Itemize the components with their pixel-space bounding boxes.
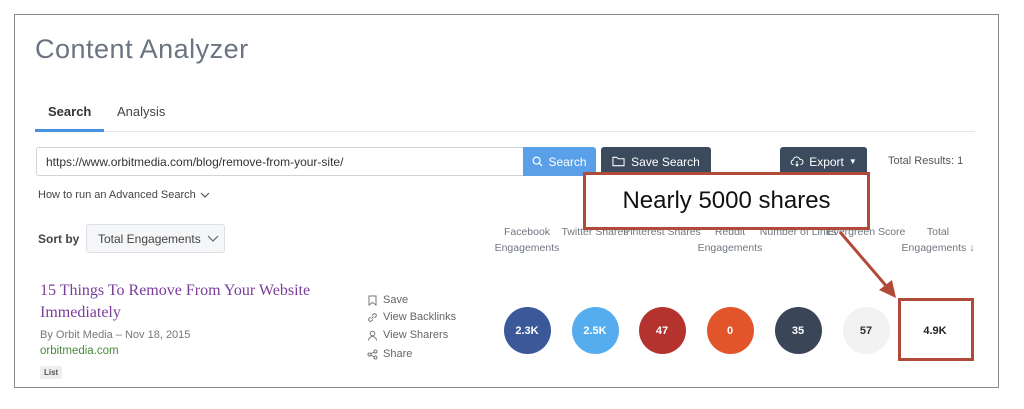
article-domain-link[interactable]: orbitmedia.com: [40, 345, 119, 357]
search-button-label: Search: [548, 154, 587, 169]
share-action[interactable]: Share: [367, 348, 412, 360]
annotation-callout: Nearly 5000 shares: [583, 172, 870, 230]
advanced-search-label: How to run an Advanced Search: [38, 189, 196, 201]
sort-label: Sort by: [38, 232, 80, 246]
caret-down-icon: ▼: [848, 157, 857, 166]
search-input[interactable]: [36, 147, 524, 176]
active-tab-indicator: [35, 129, 104, 132]
search-icon: [532, 156, 543, 167]
metric-twitter-shares: 2.5K: [571, 307, 619, 354]
metric-evergreen-score: 57: [842, 307, 890, 354]
article-title-link[interactable]: 15 Things To Remove From Your Website Im…: [40, 280, 340, 324]
export-label: Export: [809, 154, 844, 169]
cloud-download-icon: [790, 156, 804, 167]
chevron-down-icon: [200, 192, 210, 198]
article-byline: By Orbit Media – Nov 18, 2015: [40, 329, 191, 341]
folder-icon: [612, 156, 625, 167]
view-backlinks-action[interactable]: View Backlinks: [367, 311, 456, 323]
share-icon: [367, 349, 378, 359]
content-type-badge: List: [40, 366, 63, 379]
share-action-label: Share: [383, 348, 413, 360]
annotation-highlight-box: [898, 298, 974, 361]
advanced-search-link[interactable]: How to run an Advanced Search: [38, 189, 210, 201]
metric-number-of-links: 35: [774, 307, 822, 354]
link-icon: [368, 312, 377, 322]
bookmark-icon: [368, 295, 377, 306]
sort-select[interactable]: Total Engagements: [86, 224, 225, 253]
view-sharers-label: View Sharers: [383, 329, 449, 341]
tab-bar: Search Analysis: [35, 102, 975, 132]
chevron-down-icon: [207, 235, 219, 242]
metric-facebook-engagements: 2.3K: [503, 307, 551, 354]
column-header-total[interactable]: Total Engagements ↓: [898, 224, 978, 256]
tab-search[interactable]: Search: [48, 104, 91, 119]
annotation-text: Nearly 5000 shares: [622, 187, 831, 214]
metric-pinterest-shares: 47: [638, 307, 686, 354]
save-search-label: Save Search: [631, 154, 700, 169]
user-icon: [368, 330, 377, 341]
page-title: Content Analyzer: [35, 34, 249, 64]
save-action[interactable]: Save: [367, 294, 408, 306]
sort-value: Total Engagements: [98, 231, 201, 246]
view-backlinks-label: View Backlinks: [383, 311, 457, 323]
metric-reddit-engagements: 0: [706, 307, 754, 354]
save-action-label: Save: [383, 294, 409, 306]
view-sharers-action[interactable]: View Sharers: [367, 329, 448, 341]
tab-analysis[interactable]: Analysis: [117, 104, 165, 119]
total-results: Total Results: 1: [888, 155, 964, 167]
